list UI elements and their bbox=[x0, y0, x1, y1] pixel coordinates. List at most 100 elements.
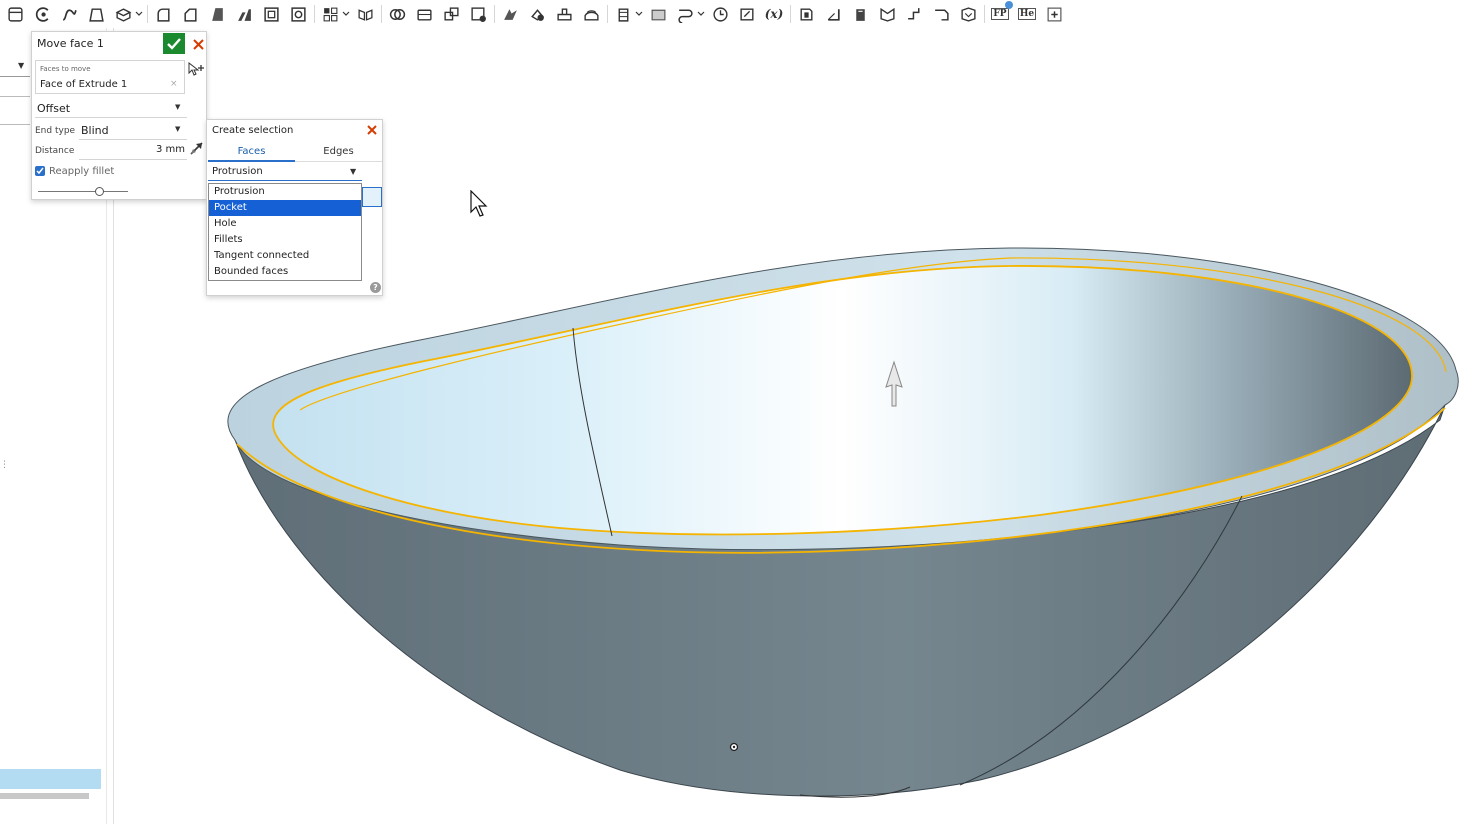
chevron-down-icon[interactable]: ▼ bbox=[18, 61, 24, 70]
checkbox-checked-icon[interactable] bbox=[35, 166, 45, 176]
transform-icon[interactable] bbox=[440, 3, 462, 25]
badge-icon bbox=[1005, 1, 1013, 9]
selection-type-dropdown[interactable]: Protrusion ▼ bbox=[208, 164, 362, 181]
toolbar-divider bbox=[607, 5, 608, 23]
option-pocket[interactable]: Pocket bbox=[209, 200, 361, 216]
faces-to-move-field[interactable]: Faces to move Face of Extrude 1 × bbox=[35, 60, 185, 94]
tab-faces[interactable]: Faces bbox=[208, 144, 295, 162]
sweep-icon[interactable] bbox=[58, 3, 80, 25]
boolean-icon[interactable] bbox=[386, 3, 408, 25]
hem-icon[interactable] bbox=[849, 3, 871, 25]
chevron-down-icon[interactable] bbox=[342, 3, 350, 25]
hole-icon[interactable] bbox=[287, 3, 309, 25]
move-type-dropdown[interactable]: Offset ▼ bbox=[35, 100, 187, 118]
create-selection-icon[interactable] bbox=[188, 62, 206, 76]
toolbar-divider bbox=[984, 5, 985, 23]
corner-icon[interactable] bbox=[957, 3, 979, 25]
option-hole[interactable]: Hole bbox=[209, 216, 361, 232]
distance-label: Distance bbox=[35, 146, 75, 156]
feature-studio-icon[interactable]: FP bbox=[989, 1, 1013, 25]
dialog-title: Move face 1 bbox=[37, 37, 104, 50]
add-feature-icon[interactable] bbox=[1043, 3, 1065, 25]
faces-to-move-label: Faces to move bbox=[40, 65, 91, 73]
end-type-value: Blind bbox=[81, 124, 109, 137]
toolbar-divider bbox=[790, 5, 791, 23]
selection-type-value: Protrusion bbox=[212, 166, 263, 177]
feature-toolbar: (x) FP He bbox=[0, 0, 1480, 28]
toolbar-divider bbox=[494, 5, 495, 23]
variable-label: (x) bbox=[764, 7, 784, 21]
chevron-down-icon[interactable] bbox=[697, 3, 705, 25]
create-selection-dialog: Create selection Faces Edges Protrusion … bbox=[206, 119, 383, 296]
fillet-icon[interactable] bbox=[152, 3, 174, 25]
flange-icon[interactable] bbox=[822, 3, 844, 25]
revolve-icon[interactable] bbox=[31, 3, 53, 25]
chevron-down-icon[interactable] bbox=[135, 3, 143, 25]
clear-selection-icon[interactable]: × bbox=[170, 79, 178, 89]
selection-type-options: Protrusion Pocket Hole Fillets Tangent c… bbox=[208, 183, 362, 281]
sheet-metal-icon[interactable] bbox=[795, 3, 817, 25]
drag-handle-icon[interactable]: ⋮ bbox=[0, 460, 9, 470]
chevron-down-icon[interactable] bbox=[635, 3, 643, 25]
help-icon[interactable]: ? bbox=[370, 282, 381, 293]
option-fillets[interactable]: Fillets bbox=[209, 232, 361, 248]
form-icon[interactable] bbox=[930, 3, 952, 25]
close-icon bbox=[192, 38, 204, 50]
mouse-cursor-icon bbox=[470, 190, 488, 217]
selected-feature-row[interactable] bbox=[0, 769, 101, 789]
mate-connector-icon[interactable] bbox=[674, 3, 696, 25]
plane-icon[interactable] bbox=[647, 3, 669, 25]
section-icon[interactable] bbox=[709, 3, 731, 25]
replace-face-icon[interactable] bbox=[553, 3, 575, 25]
custom-feature-icon[interactable]: He bbox=[1016, 3, 1038, 25]
mirror-icon[interactable] bbox=[354, 3, 376, 25]
faces-to-move-value[interactable]: Face of Extrude 1 bbox=[40, 79, 127, 90]
fp-label: FP bbox=[991, 8, 1009, 20]
horizontal-scrollbar[interactable] bbox=[0, 793, 89, 799]
toolbar-divider bbox=[147, 5, 148, 23]
tab-edges[interactable]: Edges bbox=[295, 144, 382, 162]
panel-divider bbox=[0, 76, 30, 77]
delete-part-icon[interactable] bbox=[467, 3, 489, 25]
option-bounded-faces[interactable]: Bounded faces bbox=[209, 264, 361, 280]
close-button[interactable] bbox=[365, 123, 379, 137]
distance-value: 3 mm bbox=[155, 144, 185, 155]
toolbar-divider bbox=[314, 5, 315, 23]
chamfer-icon[interactable] bbox=[179, 3, 201, 25]
end-type-dropdown[interactable]: Blind ▼ bbox=[79, 122, 187, 140]
checkmark-icon bbox=[167, 37, 181, 50]
onshape-part-studio: (x) FP He ▼ ⋮ Move face 1 Faces to move … bbox=[0, 0, 1480, 824]
rib-icon[interactable] bbox=[233, 3, 255, 25]
modify-fillet-icon[interactable] bbox=[499, 3, 521, 25]
flip-direction-icon[interactable] bbox=[189, 140, 205, 156]
loft-icon[interactable] bbox=[85, 3, 107, 25]
helix-icon[interactable] bbox=[612, 3, 634, 25]
option-protrusion[interactable]: Protrusion bbox=[209, 184, 361, 200]
offset-surface-icon[interactable] bbox=[580, 3, 602, 25]
dialog-header: Move face 1 bbox=[32, 32, 208, 56]
slider-track[interactable] bbox=[38, 191, 128, 192]
reapply-fillet-checkbox[interactable]: Reapply fillet bbox=[35, 164, 114, 178]
new-sketch-icon[interactable] bbox=[4, 3, 26, 25]
slider-handle[interactable] bbox=[95, 187, 104, 196]
move-face-dialog: Move face 1 Faces to move Face of Extrud… bbox=[31, 31, 207, 200]
selection-input-box[interactable] bbox=[362, 187, 382, 207]
move-type-value: Offset bbox=[37, 102, 71, 115]
option-tangent-connected[interactable]: Tangent connected bbox=[209, 248, 361, 264]
tab-icon[interactable] bbox=[876, 3, 898, 25]
he-label: He bbox=[1017, 8, 1037, 20]
bend-icon[interactable] bbox=[903, 3, 925, 25]
distance-input[interactable]: 3 mm bbox=[79, 142, 187, 160]
draft-icon[interactable] bbox=[206, 3, 228, 25]
close-icon bbox=[367, 125, 377, 135]
shell-icon[interactable] bbox=[260, 3, 282, 25]
accept-button[interactable] bbox=[163, 33, 185, 54]
split-icon[interactable] bbox=[413, 3, 435, 25]
measure-icon[interactable] bbox=[736, 3, 758, 25]
variable-icon[interactable]: (x) bbox=[763, 3, 785, 25]
move-face-icon[interactable] bbox=[526, 3, 548, 25]
pattern-icon[interactable] bbox=[319, 3, 341, 25]
cancel-button[interactable] bbox=[190, 35, 206, 53]
thicken-icon[interactable] bbox=[112, 3, 134, 25]
dialog-title: Create selection bbox=[212, 125, 294, 136]
